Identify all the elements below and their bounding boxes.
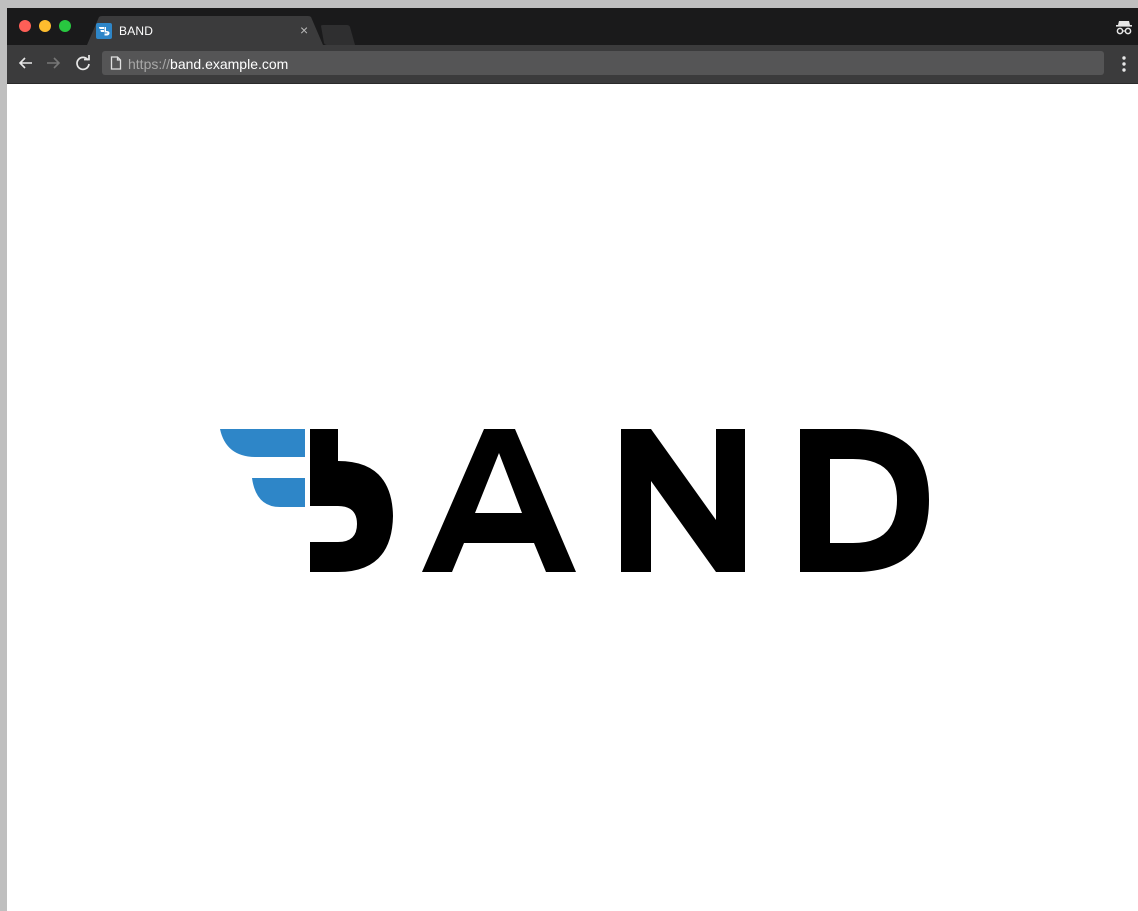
- url-host: band.example.com: [170, 56, 289, 72]
- band-favicon-icon: [96, 23, 112, 39]
- kebab-menu-icon[interactable]: [1116, 54, 1132, 74]
- logo-letter-n: [621, 429, 745, 572]
- close-window-button[interactable]: [19, 20, 31, 32]
- minimize-window-button[interactable]: [39, 20, 51, 32]
- zoom-window-button[interactable]: [59, 20, 71, 32]
- page-content: [7, 84, 1138, 911]
- url-text: https://band.example.com: [128, 56, 288, 72]
- logo-letter-b: [310, 429, 393, 572]
- tab-strip: BAND ×: [7, 8, 1138, 45]
- logo-letter-d: [800, 429, 929, 572]
- new-tab-button[interactable]: [321, 25, 355, 45]
- tab-close-button[interactable]: ×: [300, 22, 308, 38]
- browser-toolbar: https://band.example.com: [7, 45, 1138, 84]
- incognito-icon[interactable]: [1115, 19, 1133, 35]
- logo-letter-a: [422, 429, 576, 572]
- page-icon: [110, 56, 122, 70]
- tab-band[interactable]: BAND ×: [87, 16, 323, 45]
- address-bar[interactable]: https://band.example.com: [102, 51, 1104, 75]
- logo-wing-top: [220, 429, 305, 457]
- tab-title: BAND: [119, 24, 154, 38]
- arrow-right-icon[interactable]: [43, 53, 63, 73]
- url-scheme: https://: [128, 56, 171, 72]
- logo-wing-bottom: [252, 478, 305, 507]
- arrow-left-icon[interactable]: [16, 53, 36, 73]
- reload-icon[interactable]: [73, 53, 93, 73]
- browser-window: BAND × https://band.example.com: [7, 8, 1138, 911]
- band-logo: [220, 429, 929, 572]
